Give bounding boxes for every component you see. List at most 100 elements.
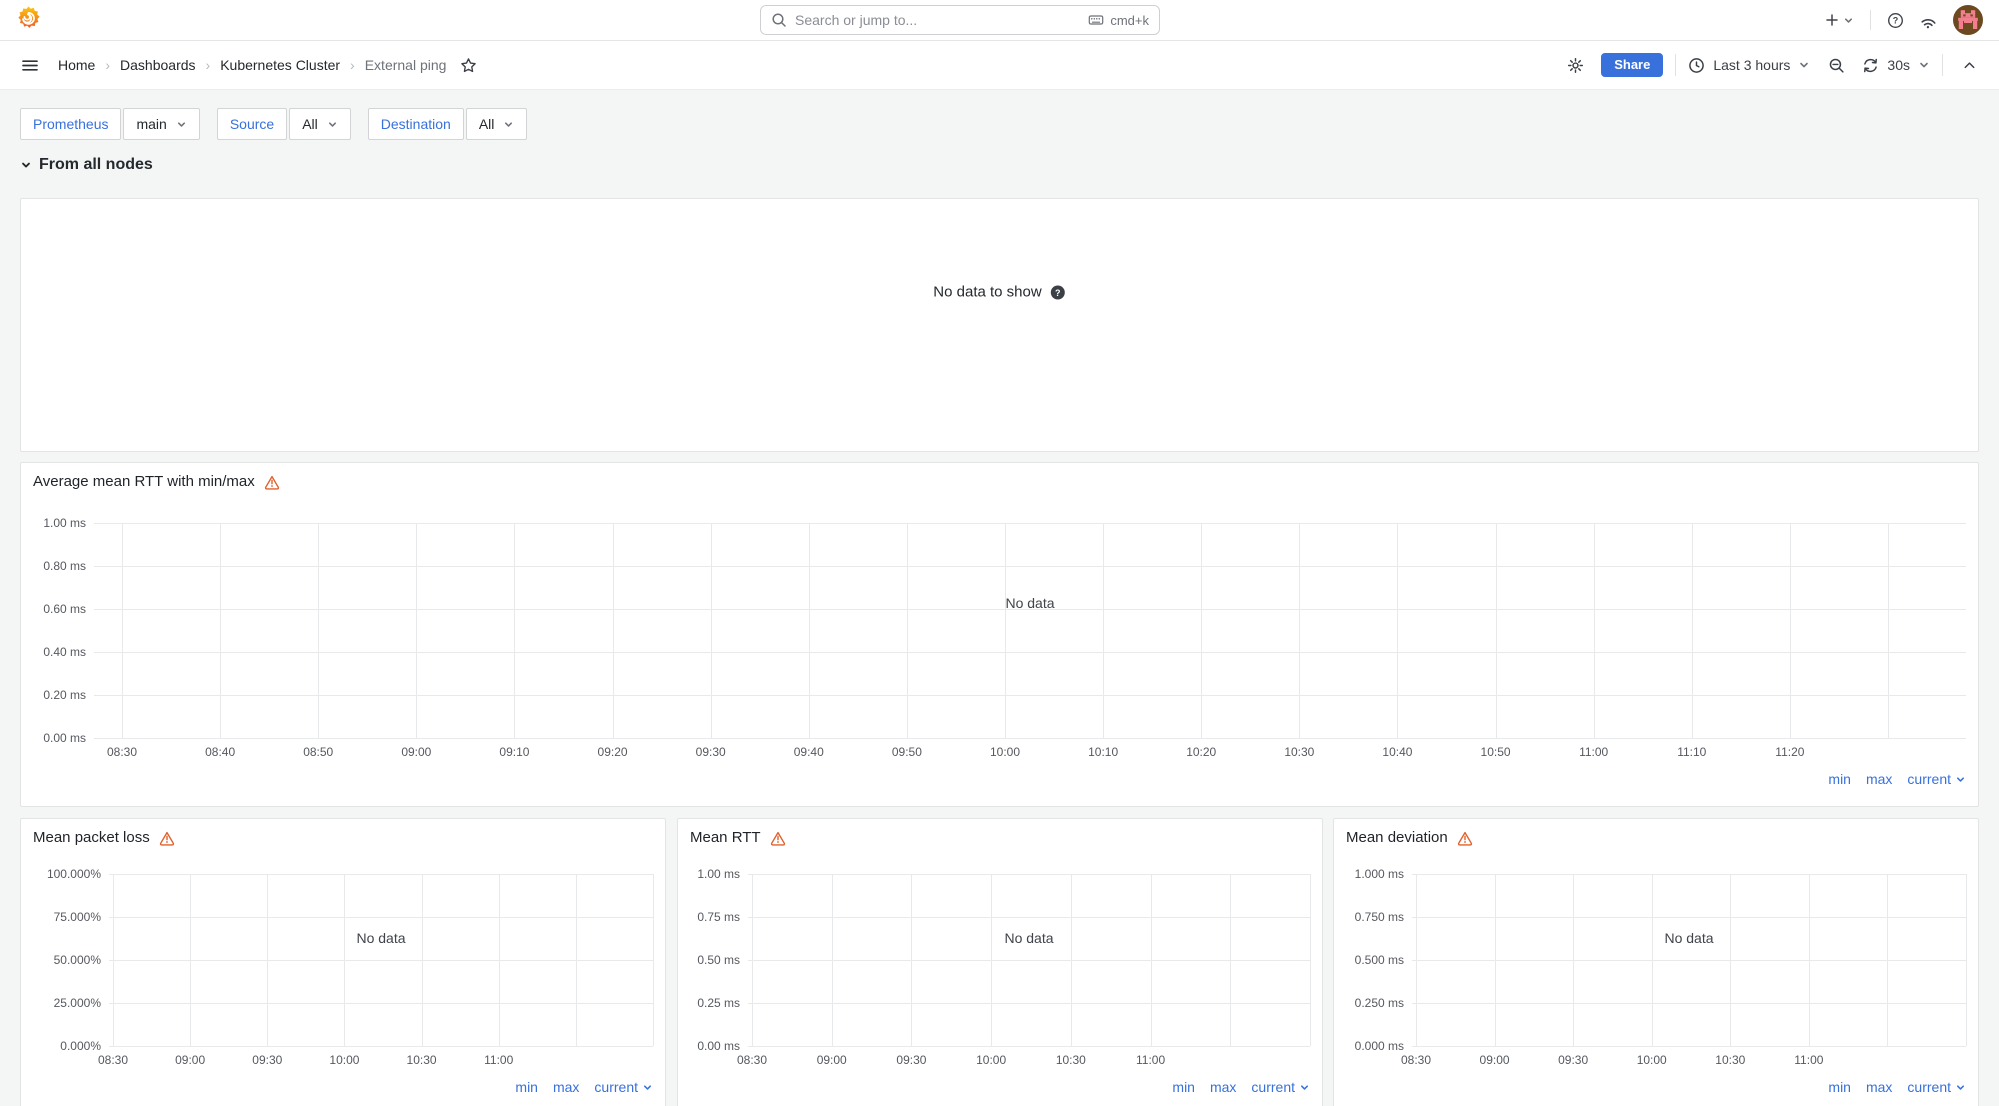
panel-average-mean-rtt[interactable]: Average mean RTT with min/max 1.00 ms0.8…	[20, 462, 1979, 807]
chevron-down-icon	[642, 1082, 653, 1093]
plot-area[interactable]: No data	[748, 874, 1310, 1046]
y-axis-tick-label: 1.00 ms	[43, 516, 86, 530]
gridline-vertical	[653, 874, 654, 1046]
new-button[interactable]	[1824, 12, 1854, 28]
panel-header: Mean RTT	[678, 819, 1322, 846]
legend-min[interactable]: min	[1172, 1079, 1195, 1095]
template-variables: Prometheus main Source All Des	[20, 108, 527, 140]
variable-label-destination: Destination	[368, 108, 464, 140]
chevron-down-icon	[1843, 15, 1854, 26]
warning-icon[interactable]	[159, 830, 175, 846]
search-input[interactable]	[795, 12, 1080, 28]
warning-icon[interactable]	[264, 474, 280, 490]
x-axis-tick-label: 09:00	[401, 745, 431, 759]
zoom-out-button[interactable]	[1822, 51, 1850, 79]
search-shortcut-label: cmd+k	[1110, 13, 1149, 28]
menu-toggle-button[interactable]	[16, 51, 44, 79]
x-axis-tick-label: 10:30	[1284, 745, 1314, 759]
plot-area[interactable]: No data	[1412, 874, 1966, 1046]
time-series-chart: 1.000 ms0.750 ms0.500 ms0.250 ms0.000 ms…	[1346, 874, 1966, 1095]
panel-no-data-to-show: No data to show ?	[20, 198, 1979, 452]
y-axis-tick-label: 25.000%	[54, 996, 101, 1010]
breadcrumb-item-dashboards[interactable]: Dashboards	[120, 57, 196, 73]
time-series-chart: 1.00 ms0.75 ms0.50 ms0.25 ms0.00 ms No d…	[690, 874, 1310, 1095]
no-data-label: No data	[1664, 930, 1713, 946]
plot-area[interactable]: No data	[109, 874, 653, 1046]
row-title: From all nodes	[39, 156, 153, 174]
warning-icon[interactable]	[1457, 830, 1473, 846]
warning-icon[interactable]	[770, 830, 786, 846]
variable-value-label: All	[302, 116, 318, 132]
legend-max[interactable]: max	[1866, 771, 1892, 787]
y-axis-tick-label: 0.80 ms	[43, 559, 86, 573]
gridline-vertical	[499, 874, 500, 1046]
x-axis-tick-label: 11:10	[1677, 745, 1706, 759]
panel-mean-packet-loss[interactable]: Mean packet loss 100.000%75.000%50.000%2…	[20, 818, 666, 1106]
chevron-down-icon	[1299, 1082, 1310, 1093]
time-range-picker[interactable]: Last 3 hours	[1688, 57, 1810, 74]
legend-max[interactable]: max	[1866, 1079, 1892, 1095]
collapse-toolbar-button[interactable]	[1955, 51, 1983, 79]
svg-text:?: ?	[1893, 15, 1899, 25]
gridline-vertical	[1652, 874, 1653, 1046]
variable-value-destination[interactable]: All	[466, 108, 528, 140]
gridline-vertical	[416, 523, 417, 738]
breadcrumb-item-kubernetes-cluster[interactable]: Kubernetes Cluster	[220, 57, 340, 73]
y-axis: 100.000%75.000%50.000%25.000%0.000%	[33, 874, 109, 1046]
y-axis-tick-label: 0.75 ms	[697, 910, 740, 924]
row-header-from-all-nodes[interactable]: From all nodes	[20, 152, 153, 178]
x-axis-tick-label: 10:00	[990, 745, 1020, 759]
help-button[interactable]: ?	[1887, 12, 1904, 29]
x-axis-tick-label: 10:00	[976, 1053, 1006, 1067]
x-axis-tick-label: 09:30	[1558, 1053, 1588, 1067]
plot-area[interactable]: No data	[94, 523, 1966, 738]
panel-mean-deviation[interactable]: Mean deviation 1.000 ms0.750 ms0.500 ms0…	[1333, 818, 1979, 1106]
gridline-vertical	[1151, 874, 1152, 1046]
share-button[interactable]: Share	[1601, 53, 1663, 78]
legend-min[interactable]: min	[1828, 1079, 1851, 1095]
legend-min[interactable]: min	[1828, 771, 1851, 787]
panel-mean-rtt[interactable]: Mean RTT 1.00 ms0.75 ms0.50 ms0.25 ms0.0…	[677, 818, 1323, 1106]
x-axis-tick-label: 08:30	[107, 745, 137, 759]
refresh-button[interactable]: 30s	[1862, 57, 1930, 74]
x-axis-tick-label: 09:00	[817, 1053, 847, 1067]
breadcrumb-item-home[interactable]: Home	[58, 57, 95, 73]
grafana-logo[interactable]	[16, 5, 41, 35]
keyboard-icon	[1088, 12, 1104, 28]
legend-current[interactable]: current	[1907, 771, 1966, 787]
legend-current-label: current	[1251, 1079, 1295, 1095]
profile-button[interactable]	[1953, 5, 1983, 35]
panel-legend: minmax current	[690, 1079, 1310, 1095]
legend-current[interactable]: current	[1907, 1079, 1966, 1095]
panel-legend: minmax current	[1346, 1079, 1966, 1095]
svg-text:?: ?	[1055, 288, 1061, 298]
question-circle-filled-icon[interactable]: ?	[1050, 284, 1066, 300]
legend-max[interactable]: max	[553, 1079, 579, 1095]
gridline-vertical	[613, 523, 614, 738]
chevron-down-icon	[1798, 59, 1810, 71]
gridline-horizontal	[94, 566, 1966, 567]
variable-label-prometheus: Prometheus	[20, 108, 121, 140]
chevron-down-icon	[20, 159, 32, 171]
x-axis: 08:3009:0009:3010:0010:3011:00	[1412, 1053, 1966, 1071]
gridline-horizontal	[94, 695, 1966, 696]
search-box[interactable]: cmd+k	[760, 5, 1160, 35]
legend-current[interactable]: current	[1251, 1079, 1310, 1095]
legend-current-label: current	[594, 1079, 638, 1095]
y-axis-tick-label: 0.60 ms	[43, 602, 86, 616]
news-button[interactable]	[1920, 12, 1937, 29]
x-axis-tick-label: 09:50	[892, 745, 922, 759]
variable-value-datasource[interactable]: main	[123, 108, 199, 140]
legend-min[interactable]: min	[515, 1079, 538, 1095]
y-axis-tick-label: 0.000 ms	[1355, 1039, 1404, 1053]
breadcrumb-item-current: External ping	[365, 57, 447, 73]
legend-max[interactable]: max	[1210, 1079, 1236, 1095]
y-axis-tick-label: 0.00 ms	[43, 731, 86, 745]
y-axis-tick-label: 50.000%	[54, 953, 101, 967]
dashboard-settings-button[interactable]	[1561, 51, 1589, 79]
variable-value-source[interactable]: All	[289, 108, 351, 140]
legend-current[interactable]: current	[594, 1079, 653, 1095]
breadcrumb-separator: ›	[105, 57, 110, 73]
variable-datasource: Prometheus main	[20, 108, 200, 140]
favorite-button[interactable]	[460, 57, 477, 74]
